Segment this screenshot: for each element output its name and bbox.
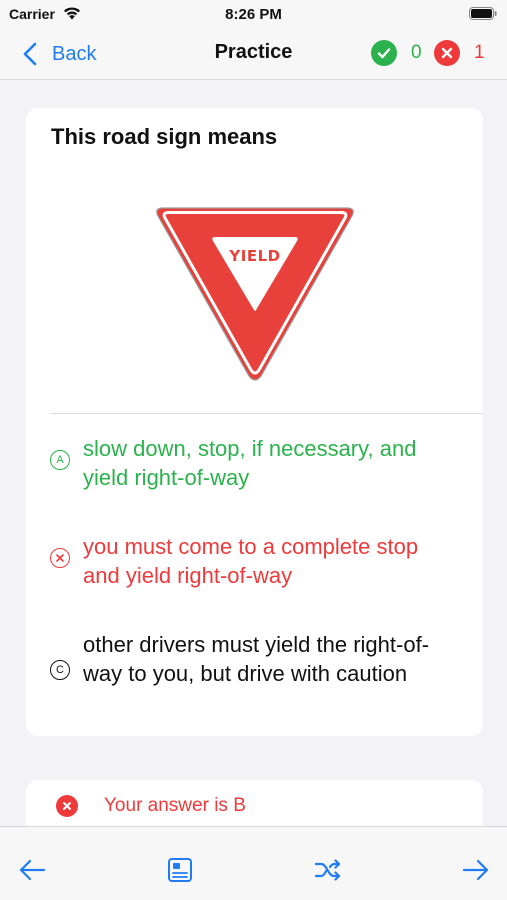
option-b[interactable]: you must come to a complete stop and yie… bbox=[50, 532, 460, 590]
shuffle-icon bbox=[314, 859, 341, 881]
checkmark-icon bbox=[371, 40, 397, 66]
option-a-text: slow down, stop, if necessary, and yield… bbox=[83, 436, 417, 490]
option-c-badge: C bbox=[50, 660, 70, 680]
cross-circle-icon bbox=[50, 548, 70, 568]
wrong-score: 1 bbox=[434, 39, 485, 67]
option-a-badge: A bbox=[50, 450, 70, 470]
bottom-toolbar bbox=[0, 826, 507, 900]
error-icon bbox=[56, 795, 78, 817]
previous-button[interactable] bbox=[17, 855, 47, 885]
option-c-text: other drivers must yield the right-of-wa… bbox=[83, 632, 430, 686]
sign-text: YIELD bbox=[228, 247, 280, 265]
question-card: This road sign means YIELD A slow down, … bbox=[26, 108, 483, 736]
correct-count: 0 bbox=[411, 42, 422, 63]
yield-sign-image: YIELD bbox=[156, 207, 354, 381]
option-a[interactable]: A slow down, stop, if necessary, and yie… bbox=[50, 434, 460, 492]
result-text: Your answer is B bbox=[104, 795, 246, 816]
page-title: Practice bbox=[214, 41, 293, 63]
correct-score: 0 bbox=[371, 39, 422, 67]
shuffle-button[interactable] bbox=[313, 855, 343, 885]
explanation-button[interactable] bbox=[165, 855, 195, 885]
battery-icon bbox=[469, 7, 497, 20]
status-time: 8:26 PM bbox=[225, 6, 282, 23]
arrow-right-icon bbox=[462, 859, 489, 881]
option-b-text: you must come to a complete stop and yie… bbox=[83, 534, 419, 588]
status-bar: Carrier 8:26 PM bbox=[0, 0, 507, 28]
divider bbox=[50, 413, 483, 414]
question-text: This road sign means bbox=[51, 124, 278, 149]
arrow-left-icon bbox=[19, 859, 46, 881]
wrong-count: 1 bbox=[474, 42, 485, 63]
cross-icon bbox=[434, 40, 460, 66]
navigation-bar: Back Practice 0 1 bbox=[0, 28, 507, 80]
next-button[interactable] bbox=[461, 855, 491, 885]
explanation-icon bbox=[168, 858, 192, 882]
option-c[interactable]: C other drivers must yield the right-of-… bbox=[50, 630, 460, 688]
